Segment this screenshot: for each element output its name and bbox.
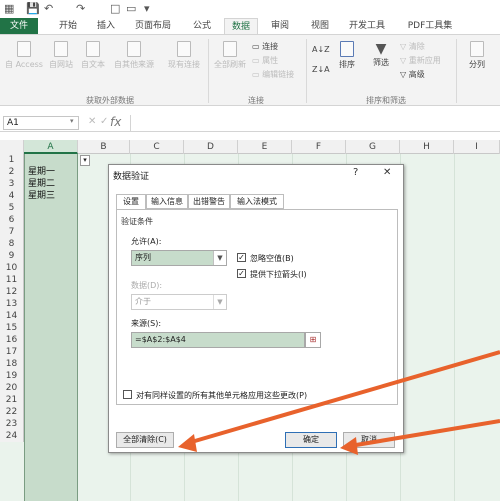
arrowhead-clear-all <box>178 434 197 452</box>
arrow-to-ok <box>349 419 500 448</box>
annotation-arrows <box>178 350 500 455</box>
arrowhead-ok <box>340 437 358 455</box>
